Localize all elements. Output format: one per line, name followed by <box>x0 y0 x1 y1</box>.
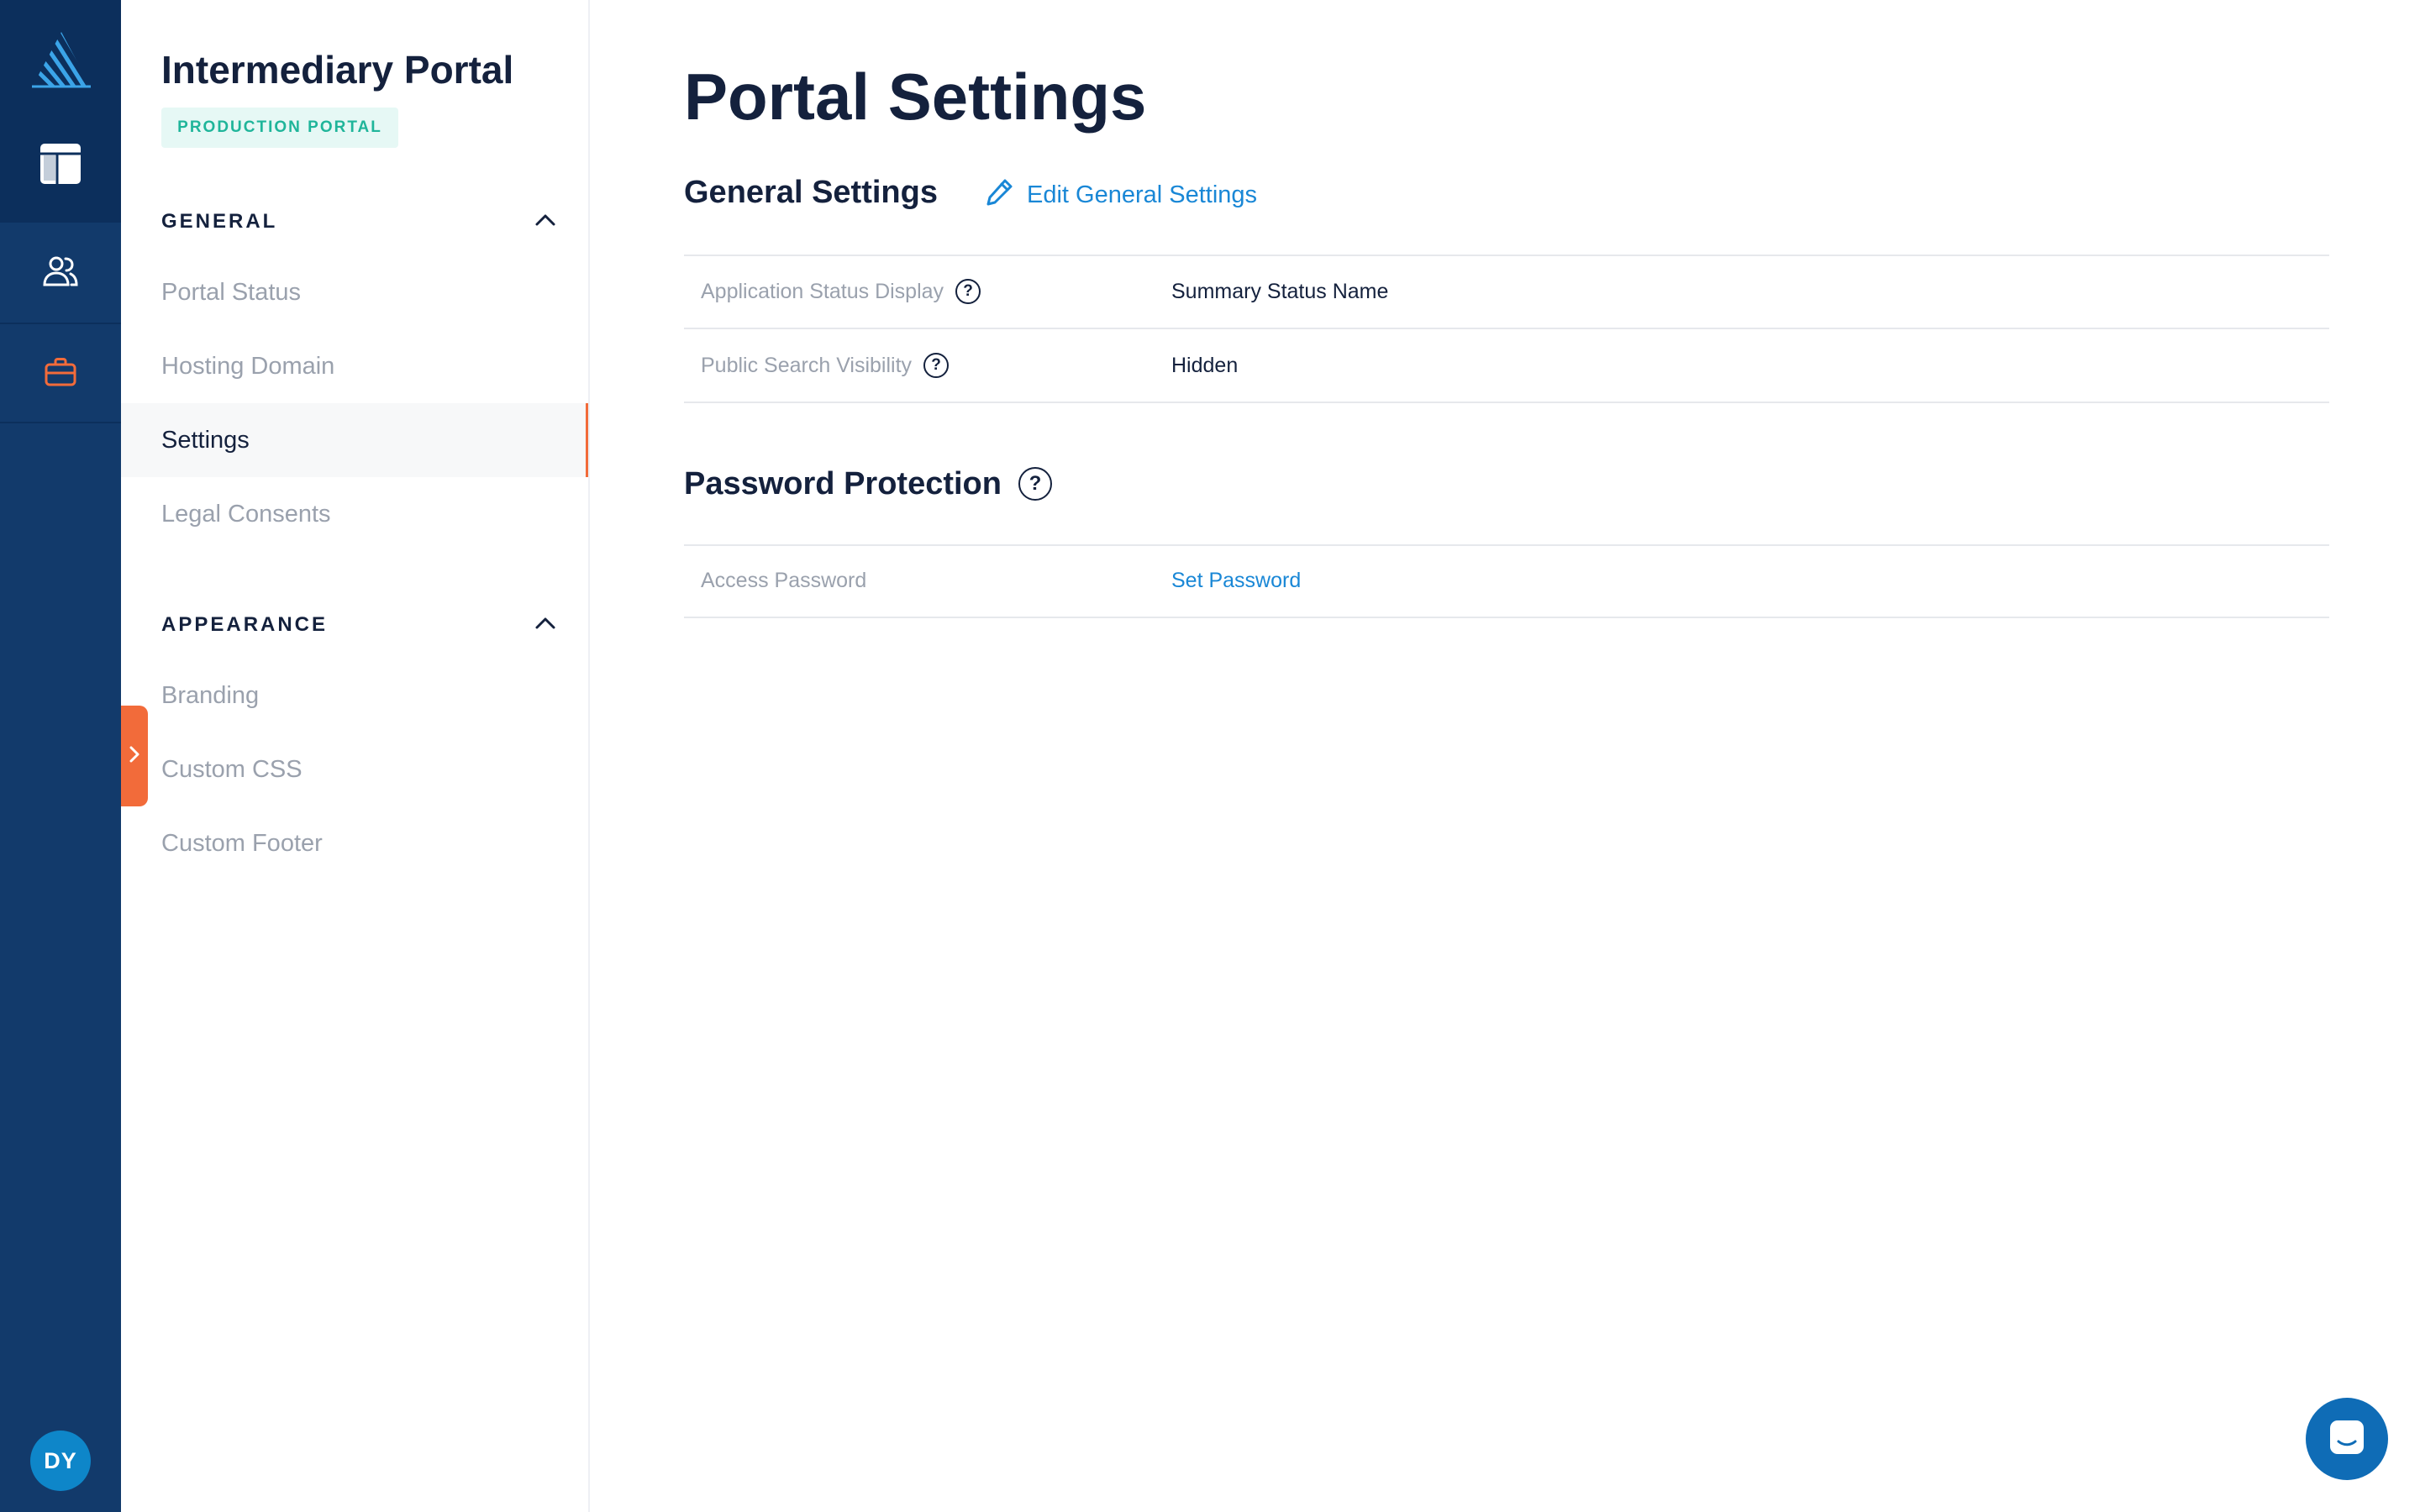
chevron-up-icon <box>534 213 556 231</box>
pencil-icon <box>985 176 1015 213</box>
setting-label-text: Application Status Display <box>701 279 944 303</box>
user-avatar[interactable]: DY <box>30 1431 91 1491</box>
setting-value-application-status-display: Summary Status Name <box>1171 279 1389 303</box>
divider <box>684 328 2329 329</box>
nav-item-custom-footer[interactable]: Custom Footer <box>121 806 588 880</box>
setting-label-text: Public Search Visibility <box>701 353 913 377</box>
setting-label-application-status-display: Application Status Display ? <box>701 275 981 308</box>
password-protection-header: Password Protection ? <box>684 464 1052 504</box>
rail-portals-button[interactable] <box>0 324 121 423</box>
section-label: GENERAL <box>161 210 278 233</box>
layout-icon <box>39 143 82 189</box>
divider <box>684 544 2329 546</box>
rail-divider <box>0 221 121 223</box>
section-toggle-general[interactable]: GENERAL <box>161 205 556 239</box>
app-root: DY Intermediary Portal PRODUCTION PORTAL… <box>0 0 2420 1512</box>
divider <box>684 617 2329 618</box>
setting-value-public-search-visibility: Hidden <box>1171 353 1239 377</box>
sidebar-collapse-toggle[interactable] <box>121 706 148 806</box>
chat-launcher-button[interactable] <box>2306 1398 2388 1480</box>
rail-users-button[interactable] <box>0 223 121 323</box>
main-content: Portal Settings General Settings Edit Ge… <box>684 0 2329 1512</box>
nav-item-custom-css[interactable]: Custom CSS <box>121 732 588 806</box>
divider <box>684 255 2329 256</box>
nav-item-settings[interactable]: Settings <box>121 403 588 477</box>
edit-general-settings-label: Edit General Settings <box>1027 181 1258 208</box>
nav-item-branding[interactable]: Branding <box>121 659 588 732</box>
page-title: Portal Settings <box>684 60 1147 134</box>
avatar-initials: DY <box>44 1447 77 1473</box>
environment-badge: PRODUCTION PORTAL <box>161 108 398 148</box>
general-settings-heading: General Settings <box>684 175 938 210</box>
nav-item-legal-consents[interactable]: Legal Consents <box>121 477 588 551</box>
section-toggle-appearance[interactable]: APPEARANCE <box>161 608 556 642</box>
nav-item-hosting-domain[interactable]: Hosting Domain <box>121 329 588 403</box>
logo-icon[interactable] <box>30 30 92 89</box>
chevron-right-icon <box>129 745 140 768</box>
help-icon[interactable]: ? <box>923 353 950 378</box>
setting-label-text: Access Password <box>701 568 867 592</box>
rail-dashboard-button[interactable] <box>0 116 121 215</box>
users-icon <box>42 255 79 292</box>
setting-label-public-search-visibility: Public Search Visibility ? <box>701 349 950 382</box>
chevron-up-icon <box>534 617 556 634</box>
set-password-link[interactable]: Set Password <box>1171 564 1301 597</box>
password-protection-heading: Password Protection <box>684 465 1002 501</box>
chat-icon <box>2328 1419 2365 1460</box>
settings-sidebar: Intermediary Portal PRODUCTION PORTAL GE… <box>121 0 590 1512</box>
help-icon[interactable]: ? <box>955 279 981 304</box>
portal-title: Intermediary Portal <box>161 48 514 92</box>
rail-divider <box>0 422 121 423</box>
divider <box>684 402 2329 403</box>
setting-label-access-password: Access Password <box>701 564 866 597</box>
nav-item-portal-status[interactable]: Portal Status <box>121 255 588 329</box>
app-rail: DY <box>0 0 121 1512</box>
edit-general-settings-link[interactable]: Edit General Settings <box>985 178 1257 212</box>
briefcase-icon <box>44 357 77 391</box>
help-icon[interactable]: ? <box>1018 467 1052 501</box>
section-label: APPEARANCE <box>161 613 329 636</box>
